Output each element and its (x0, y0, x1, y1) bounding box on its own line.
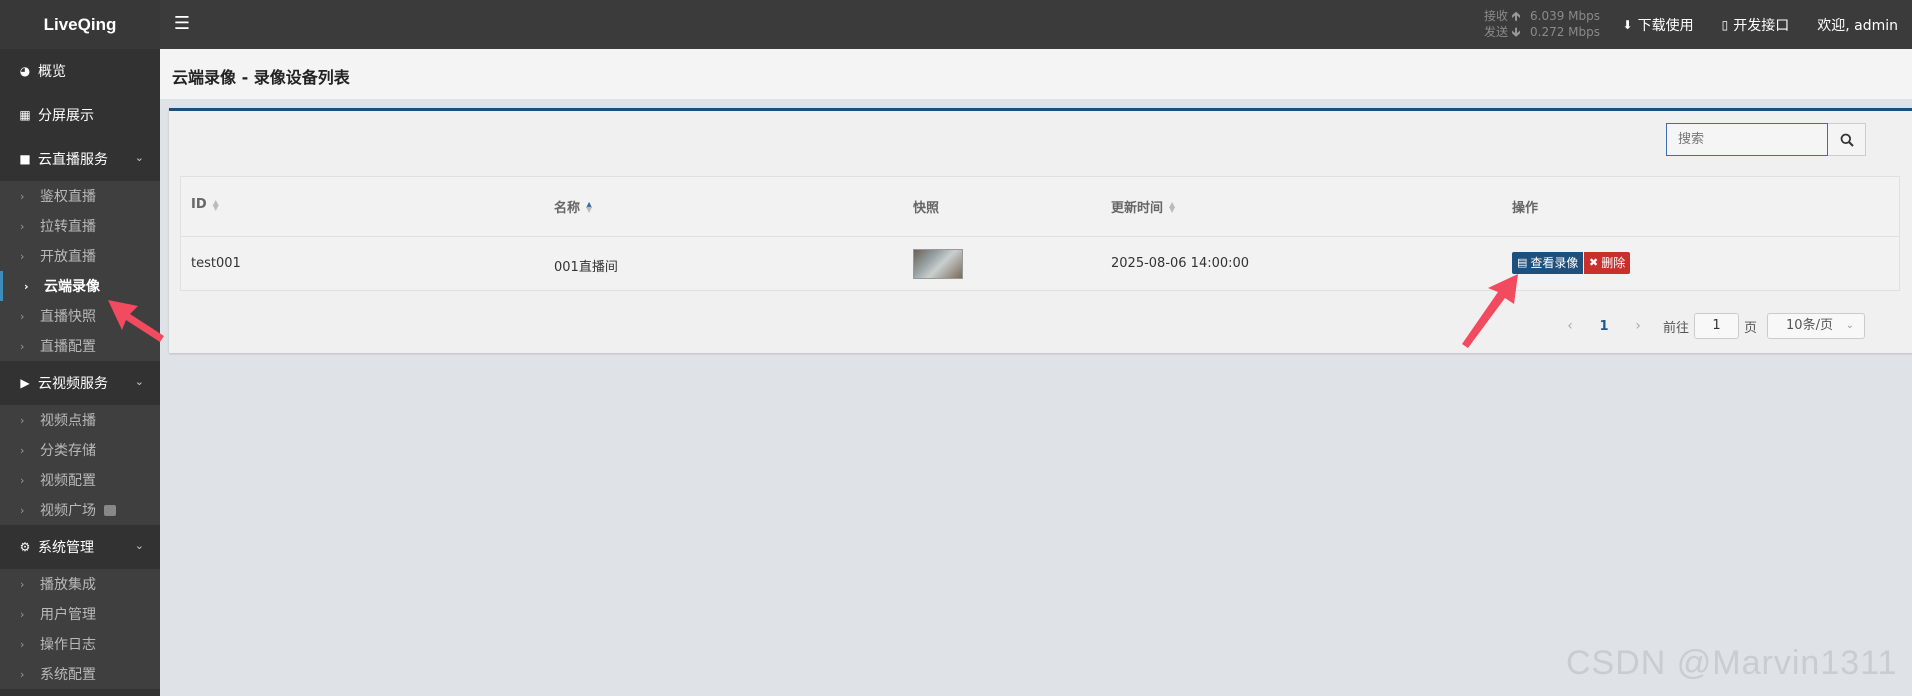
download-icon: ⬇ (1622, 17, 1633, 32)
snapshot-thumbnail[interactable] (913, 249, 963, 279)
api-docs-link[interactable]: ▯ 开发接口 (1708, 0, 1804, 49)
column-header-id[interactable]: ID ▲ ▼ (191, 197, 219, 212)
column-header-name[interactable]: 名称 ▲ ▼ (554, 197, 592, 216)
video-camera-icon: ■ (19, 152, 31, 166)
sidebar-item-overview[interactable]: ◕ 概览 (0, 49, 160, 93)
sidebar-item-pull-live[interactable]: › 拉转直播 (0, 211, 160, 241)
goto-page-input[interactable]: 1 (1694, 313, 1740, 339)
sidebar-item-open-live[interactable]: › 开放直播 (0, 241, 160, 271)
sidebar-item-split[interactable]: ▦ 分屏展示 (0, 93, 160, 137)
recv-value: 6.039 Mbps (1530, 9, 1601, 23)
chevron-right-icon: › (20, 413, 25, 427)
sidebar-item-category-storage[interactable]: › 分类存储 (0, 435, 160, 465)
page-number[interactable]: 1 (1589, 319, 1619, 334)
cell-name: 001直播间 (554, 260, 618, 275)
book-icon: ▯ (1721, 17, 1729, 32)
delete-button[interactable]: ✖ 删除 (1584, 252, 1631, 274)
cell-updated: 2025-08-06 14:00:00 (1111, 256, 1250, 271)
sidebar-item-video-square[interactable]: › 视频广场 (0, 495, 160, 525)
chevron-right-icon: › (20, 607, 25, 621)
chevron-right-icon: › (20, 637, 25, 651)
chevron-right-icon: › (20, 667, 25, 681)
grid-icon: ▦ (19, 108, 31, 122)
content-header: 云端录像 - 录像设备列表 (160, 49, 1912, 99)
column-header-ops: 操作 (1512, 201, 1539, 216)
page-title: 云端录像 - 录像设备列表 (172, 68, 350, 87)
chevron-right-icon: › (20, 309, 25, 323)
search-button[interactable] (1828, 123, 1866, 156)
page-suffix: 页 (1744, 320, 1758, 336)
chevron-down-icon: ⌄ (134, 375, 144, 388)
sidebar: ◕ 概览 ▦ 分屏展示 ■ 云直播服务 ⌄ › 鉴权直播 › 拉转直播 › 开放直播 … (0, 49, 160, 696)
chevron-right-icon: › (20, 443, 25, 457)
close-icon: ✖ (1589, 256, 1599, 269)
sidebar-item-player-integration[interactable]: › 播放集成 (0, 569, 160, 599)
youtube-icon: ▶ (20, 376, 30, 390)
prev-page-icon[interactable]: ‹ (1555, 318, 1585, 334)
watermark: CSDN @Marvin1311 (1566, 644, 1898, 682)
sort-icon: ▲ ▼ (212, 197, 219, 212)
sidebar-sub-system: › 播放集成 › 用户管理 › 操作日志 › 系统配置 (0, 569, 160, 689)
sidebar-item-user-management[interactable]: › 用户管理 (0, 599, 160, 629)
user-menu[interactable]: 欢迎, admin (1803, 0, 1912, 49)
annotation-arrow-icon (108, 300, 164, 342)
chevron-right-icon: › (20, 249, 25, 263)
sort-asc-icon: ▲ ▼ (586, 199, 593, 214)
page-size-select[interactable]: 10条/页 ⌄ (1767, 313, 1866, 339)
external-link-icon (104, 504, 116, 516)
download-link[interactable]: ⬇ 下载使用 (1609, 0, 1708, 49)
chevron-right-icon: › (20, 189, 25, 203)
top-nav: ⬇ 下载使用 ▯ 开发接口 欢迎, admin (1609, 0, 1912, 49)
top-header: LiveQing ☰ 接收 🡱 6.039 Mbps 发送 🡳 0.272 Mbps ⬇… (0, 0, 1912, 49)
sidebar-item-vod[interactable]: › 视频点播 (0, 405, 160, 435)
chevron-down-icon: ⌄ (1845, 320, 1855, 331)
search-input[interactable] (1666, 123, 1828, 156)
sidebar-group-vod[interactable]: ▶ 云视频服务 ⌄ (0, 361, 160, 405)
goto-label: 前往 (1663, 320, 1690, 336)
sidebar-item-video-config[interactable]: › 视频配置 (0, 465, 160, 495)
chevron-right-icon: › (20, 339, 25, 353)
chevron-right-icon: › (20, 219, 25, 233)
pagination: ‹ 1 › 前往 1 页 10条/页 ⌄ (1555, 313, 1866, 339)
sidebar-group-system[interactable]: ⚙ 系统管理 ⌄ (0, 525, 160, 569)
column-header-updated[interactable]: 更新时间 ▲ ▼ (1111, 197, 1175, 216)
table-row: test001 001直播间 2025-08-06 14:00:00 ▤ 查看录… (181, 238, 1899, 291)
network-stats: 接收 🡱 6.039 Mbps 发送 🡳 0.272 Mbps (1484, 8, 1600, 40)
sort-icon: ▲ ▼ (1169, 199, 1176, 214)
arrow-down-icon: 🡳 (1511, 25, 1521, 39)
sidebar-item-system-config[interactable]: › 系统配置 (0, 659, 160, 689)
send-label: 发送 (1484, 25, 1509, 39)
search-icon (1840, 133, 1854, 147)
chevron-right-icon: › (20, 473, 25, 487)
sidebar-sub-vod: › 视频点播 › 分类存储 › 视频配置 › 视频广场 (0, 405, 160, 525)
cell-id: test001 (191, 256, 241, 271)
table-header: ID ▲ ▼ 名称 ▲ ▼ 快照 更新时间 ▲ ▼ 操作 (181, 177, 1899, 237)
recv-label: 接收 (1484, 9, 1509, 23)
search-bar (1666, 123, 1866, 156)
sidebar-item-auth-live[interactable]: › 鉴权直播 (0, 181, 160, 211)
chevron-down-icon: ⌄ (134, 151, 144, 164)
sidebar-item-operation-log[interactable]: › 操作日志 (0, 629, 160, 659)
device-table: ID ▲ ▼ 名称 ▲ ▼ 快照 更新时间 ▲ ▼ 操作 test001 001直播间… (180, 176, 1900, 291)
column-header-snapshot: 快照 (913, 201, 940, 216)
chevron-down-icon: ⌄ (134, 539, 144, 552)
chevron-right-icon: › (20, 577, 25, 591)
annotation-arrow-icon (1462, 274, 1518, 348)
next-page-icon[interactable]: › (1623, 318, 1653, 334)
arrow-up-icon: 🡱 (1511, 9, 1521, 23)
send-value: 0.272 Mbps (1530, 25, 1601, 39)
brand-logo[interactable]: LiveQing (0, 0, 160, 49)
gear-icon: ⚙ (19, 540, 31, 554)
menu-toggle-icon[interactable]: ☰ (172, 14, 192, 34)
chevron-right-icon: › (20, 503, 25, 517)
dashboard-icon: ◕ (19, 64, 31, 78)
sidebar-group-live[interactable]: ■ 云直播服务 ⌄ (0, 137, 160, 181)
chevron-right-icon: › (24, 279, 29, 293)
